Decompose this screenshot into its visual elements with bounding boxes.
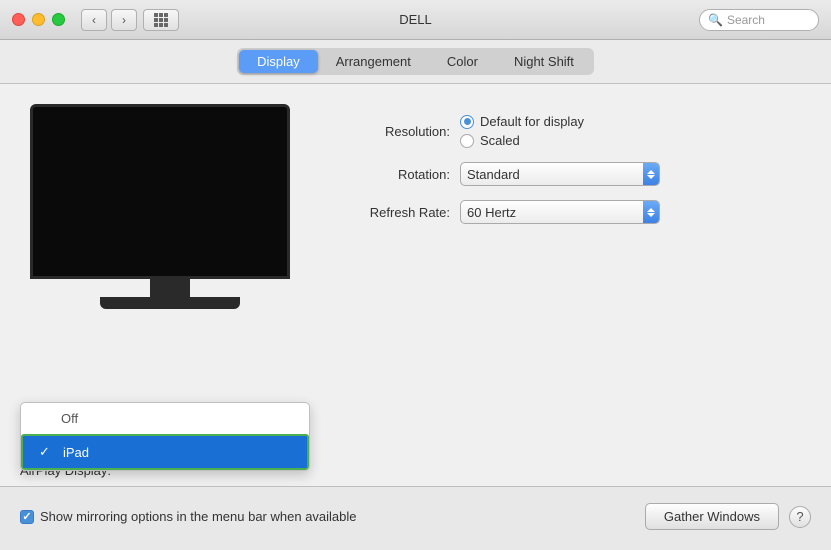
mirroring-checkbox[interactable]: ✓ <box>20 510 34 524</box>
grid-icon <box>154 13 168 27</box>
forward-button[interactable]: › <box>111 9 137 31</box>
grid-button[interactable] <box>143 9 179 31</box>
resolution-scaled-option[interactable]: Scaled <box>460 133 584 148</box>
ipad-checkmark: ✓ <box>39 444 55 460</box>
airplay-ipad-label: iPad <box>63 445 89 460</box>
monitor-neck <box>150 279 190 297</box>
search-placeholder: Search <box>727 13 765 27</box>
bottom-bar: ✓ Show mirroring options in the menu bar… <box>0 486 831 546</box>
tab-night-shift[interactable]: Night Shift <box>496 50 592 73</box>
rotation-row: Rotation: Standard <box>340 162 801 186</box>
airplay-off-label: Off <box>61 411 78 426</box>
refresh-arrows <box>643 201 659 223</box>
tab-toolbar: Display Arrangement Color Night Shift <box>0 40 831 84</box>
traffic-lights <box>12 13 65 26</box>
tab-display[interactable]: Display <box>239 50 318 73</box>
resolution-scaled-radio[interactable] <box>460 134 474 148</box>
minimize-button[interactable] <box>32 13 45 26</box>
maximize-button[interactable] <box>52 13 65 26</box>
window-title: DELL <box>399 12 432 27</box>
monitor-base <box>100 297 240 309</box>
airplay-dropdown[interactable]: Off ✓ iPad <box>20 402 310 471</box>
refresh-label: Refresh Rate: <box>340 205 450 220</box>
rotation-label: Rotation: <box>340 167 450 182</box>
resolution-options: Default for display Scaled <box>460 114 584 148</box>
refresh-row: Refresh Rate: 60 Hertz <box>340 200 801 224</box>
arrow-down-icon <box>647 175 655 179</box>
refresh-select[interactable]: 60 Hertz <box>460 200 660 224</box>
mirroring-label: Show mirroring options in the menu bar w… <box>40 509 357 524</box>
tab-group: Display Arrangement Color Night Shift <box>237 48 594 75</box>
main-content: Resolution: Default for display Scaled R… <box>0 84 831 546</box>
airplay-option-ipad[interactable]: ✓ iPad <box>21 434 309 470</box>
airplay-option-off[interactable]: Off <box>21 403 309 434</box>
gather-windows-button[interactable]: Gather Windows <box>645 503 779 530</box>
forward-icon: › <box>122 13 126 27</box>
resolution-label: Resolution: <box>340 124 450 139</box>
settings-panel: Resolution: Default for display Scaled R… <box>340 104 801 476</box>
resolution-scaled-label: Scaled <box>480 133 520 148</box>
checkbox-checkmark: ✓ <box>22 510 31 523</box>
back-button[interactable]: ‹ <box>81 9 107 31</box>
refresh-value: 60 Hertz <box>467 205 653 220</box>
resolution-default-option[interactable]: Default for display <box>460 114 584 129</box>
close-button[interactable] <box>12 13 25 26</box>
monitor-screen <box>33 107 287 276</box>
arrow-up-icon <box>647 170 655 174</box>
tab-arrangement[interactable]: Arrangement <box>318 50 429 73</box>
help-button[interactable]: ? <box>789 506 811 528</box>
monitor-frame <box>30 104 290 279</box>
search-box[interactable]: 🔍 Search <box>699 9 819 31</box>
titlebar: ‹ › DELL 🔍 Search <box>0 0 831 40</box>
refresh-arrow-down-icon <box>647 213 655 217</box>
nav-buttons: ‹ › <box>81 9 137 31</box>
checkbox-row: ✓ Show mirroring options in the menu bar… <box>20 509 635 524</box>
resolution-default-radio[interactable] <box>460 115 474 129</box>
rotation-value: Standard <box>467 167 653 182</box>
resolution-default-label: Default for display <box>480 114 584 129</box>
rotation-select[interactable]: Standard <box>460 162 660 186</box>
back-icon: ‹ <box>92 13 96 27</box>
resolution-row: Resolution: Default for display Scaled <box>340 114 801 148</box>
rotation-arrows <box>643 163 659 185</box>
tab-color[interactable]: Color <box>429 50 496 73</box>
search-icon: 🔍 <box>708 13 723 27</box>
refresh-arrow-up-icon <box>647 208 655 212</box>
